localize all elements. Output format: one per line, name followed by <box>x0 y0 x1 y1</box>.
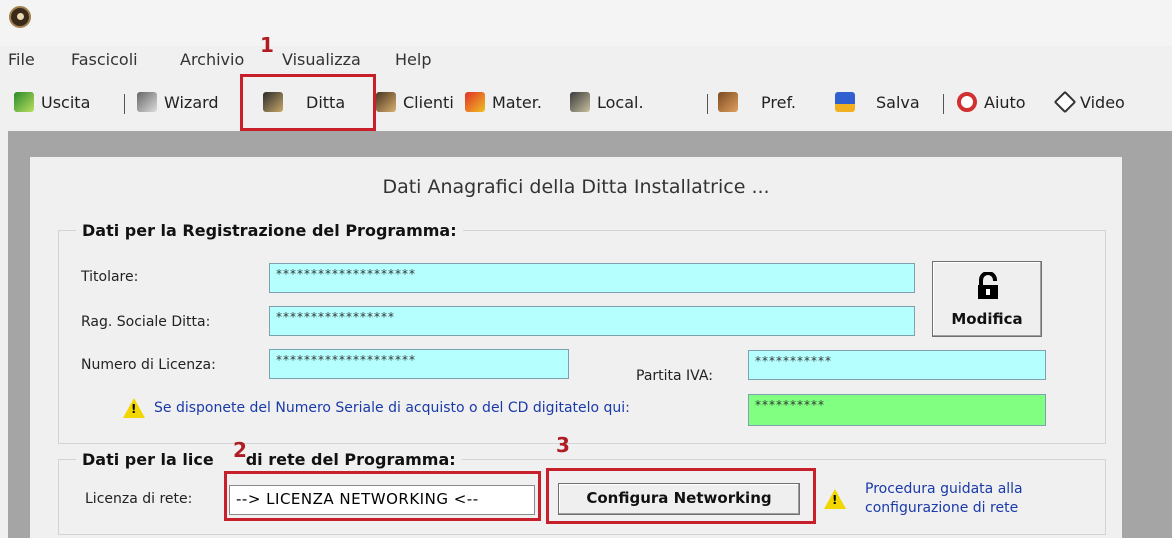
toolbar-wizard[interactable]: Wizard <box>137 86 219 118</box>
help-icon <box>957 92 977 112</box>
materials-icon <box>465 92 485 112</box>
menu-visualizza[interactable]: Visualizza <box>282 50 361 69</box>
network-group-title: Dati per la lice di rete del Programma: <box>76 450 462 469</box>
title-bar <box>0 0 1172 46</box>
toolbar-label: Uscita <box>41 92 91 112</box>
toolbar-label: Pref. <box>761 92 796 112</box>
toolbar-aiuto[interactable]: Aiuto <box>957 86 1026 118</box>
serial-field[interactable]: ********** <box>748 394 1046 426</box>
annotation-number-3: 3 <box>556 433 570 457</box>
toolbar-clienti[interactable]: Clienti <box>376 86 454 118</box>
locations-icon <box>570 92 590 112</box>
network-license-label: Licenza di rete: <box>85 491 193 507</box>
licenza-label: Numero di Licenza: <box>81 357 216 373</box>
menu-archivio[interactable]: Archivio <box>180 50 244 69</box>
licenza-field[interactable]: ******************** <box>269 349 569 379</box>
toolbar-label: Salva <box>876 92 920 112</box>
preferences-icon <box>718 92 738 112</box>
clients-icon <box>376 92 396 112</box>
wizard-icon <box>137 92 157 112</box>
video-icon <box>1053 90 1077 114</box>
save-icon <box>835 92 855 112</box>
toolbar-separator <box>943 94 944 114</box>
titolare-field[interactable]: ******************** <box>269 263 915 293</box>
annotation-number-2: 2 <box>233 438 247 462</box>
toolbar-label: Video <box>1080 92 1125 112</box>
annotation-number-1: 1 <box>260 33 274 57</box>
rag-sociale-label: Rag. Sociale Ditta: <box>81 314 211 330</box>
lock-icon <box>978 272 998 299</box>
toolbar-local[interactable]: Local. <box>570 86 644 118</box>
toolbar-label: Local. <box>597 92 644 112</box>
highlight-box-3 <box>546 468 816 524</box>
toolbar-mater[interactable]: Mater. <box>465 86 542 118</box>
toolbar-video[interactable]: Video <box>1053 86 1125 118</box>
menu-bar: File Fascicoli Archivio Visualizza Help <box>0 48 1172 74</box>
partita-iva-field[interactable]: *********** <box>748 350 1046 380</box>
menu-help[interactable]: Help <box>395 50 431 69</box>
toolbar: Uscita Wizard Ditta Clienti Mater. Local… <box>0 86 1172 120</box>
highlight-box-1 <box>240 74 376 131</box>
rag-sociale-field[interactable]: ***************** <box>269 306 915 336</box>
warning-icon <box>824 489 846 509</box>
wizard-note-line1[interactable]: Procedura guidata alla <box>865 481 1023 497</box>
toolbar-uscita[interactable]: Uscita <box>14 86 90 118</box>
titolare-label: Titolare: <box>81 269 139 285</box>
toolbar-label: Mater. <box>492 92 542 112</box>
exit-icon <box>14 92 34 112</box>
partita-iva-label: Partita IVA: <box>636 368 713 384</box>
toolbar-separator <box>124 94 125 114</box>
toolbar-label: Clienti <box>403 92 454 112</box>
modifica-label: Modifica <box>951 310 1023 328</box>
warning-icon <box>123 398 145 418</box>
registration-group-title: Dati per la Registrazione del Programma: <box>76 221 463 240</box>
app-icon[interactable] <box>9 6 31 28</box>
wizard-note-line2[interactable]: configurazione di rete <box>865 500 1018 516</box>
serial-note: Se disponete del Numero Seriale di acqui… <box>154 400 630 416</box>
toolbar-salva[interactable]: Salva <box>835 86 920 118</box>
toolbar-label: Wizard <box>164 92 219 112</box>
panel-title: Dati Anagrafici della Ditta Installatric… <box>382 176 770 198</box>
menu-fascicoli[interactable]: Fascicoli <box>71 50 138 69</box>
modifica-button[interactable]: Modifica <box>932 261 1042 337</box>
toolbar-pref[interactable]: Pref. <box>718 86 796 118</box>
highlight-box-2 <box>224 471 541 521</box>
menu-file[interactable]: File <box>8 50 35 69</box>
toolbar-separator <box>707 94 708 114</box>
toolbar-label: Aiuto <box>984 92 1026 112</box>
